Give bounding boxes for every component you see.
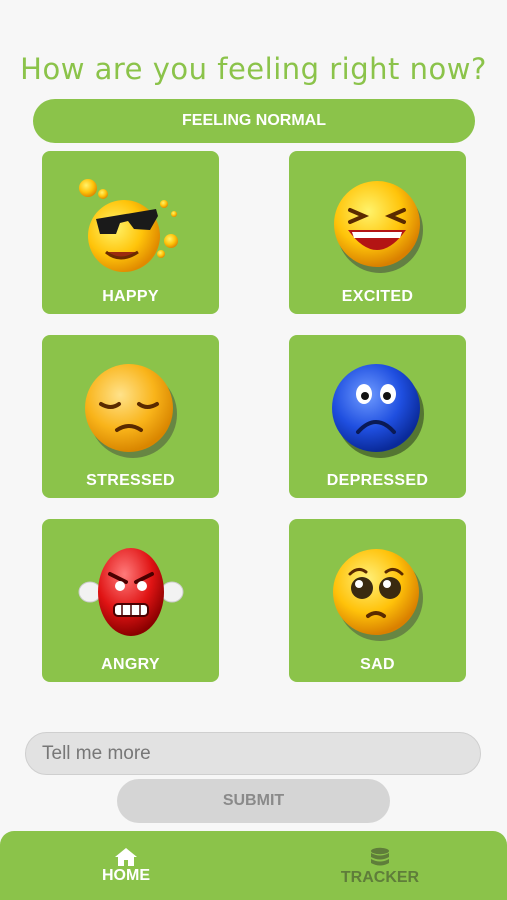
mood-card-excited[interactable]: EXCITED xyxy=(289,151,466,314)
mood-card-stressed[interactable]: STRESSED xyxy=(42,335,219,498)
laughing-emoji-icon xyxy=(289,169,466,279)
nav-home[interactable]: HOME xyxy=(66,847,186,885)
pleading-emoji-icon xyxy=(289,537,466,647)
nav-home-label: HOME xyxy=(102,867,150,884)
submit-button[interactable]: SUBMIT xyxy=(117,779,390,823)
current-feeling-banner: FEELING NORMAL xyxy=(33,99,475,143)
mood-card-happy[interactable]: HAPPY xyxy=(42,151,219,314)
nav-tracker-label: TRACKER xyxy=(340,869,420,886)
page-title: How are you feeling right now? xyxy=(20,52,487,86)
tell-me-more-input[interactable] xyxy=(25,732,481,775)
bottom-navigation: HOME TRACKER xyxy=(0,831,507,900)
worried-blue-emoji-icon xyxy=(289,353,466,463)
database-icon xyxy=(371,847,389,866)
home-icon xyxy=(115,848,137,866)
disappointed-emoji-icon xyxy=(42,353,219,463)
mood-label: SAD xyxy=(360,656,395,673)
mood-label: DEPRESSED xyxy=(326,472,429,489)
nav-tracker[interactable]: TRACKER xyxy=(320,847,440,887)
mood-label: STRESSED xyxy=(86,472,175,489)
mood-label: HAPPY xyxy=(102,288,159,305)
angry-red-emoji-icon xyxy=(42,537,219,647)
mood-card-sad[interactable]: SAD xyxy=(289,519,466,682)
mood-label: EXCITED xyxy=(341,288,414,305)
mood-label: ANGRY xyxy=(101,656,160,673)
mood-card-depressed[interactable]: DEPRESSED xyxy=(289,335,466,498)
mood-card-angry[interactable]: ANGRY xyxy=(42,519,219,682)
cool-sunglasses-emoji-icon xyxy=(42,169,219,279)
